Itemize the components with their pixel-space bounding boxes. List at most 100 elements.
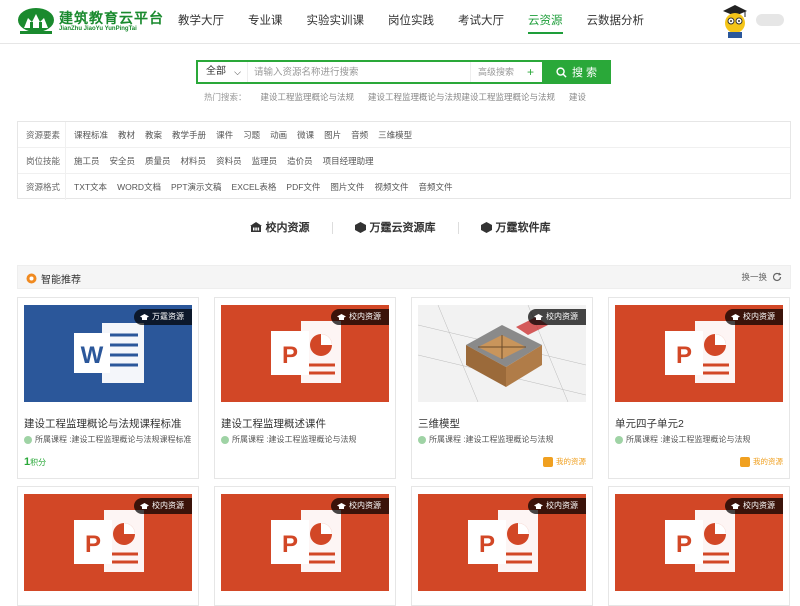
badge-label: 校内资源 xyxy=(546,501,578,510)
resource-thumbnail[interactable]: P 校内资源 xyxy=(615,305,783,402)
hot-search-link[interactable]: 建设工程监理概论与法规建设工程监理概论与法规 xyxy=(368,91,555,103)
course-icon xyxy=(418,435,426,444)
recommend-title-label: 智能推荐 xyxy=(41,275,81,286)
filter-option[interactable]: 课程标准 xyxy=(74,129,108,141)
badge-label: 校内资源 xyxy=(349,312,381,321)
filter-option[interactable]: 图片文件 xyxy=(330,181,364,193)
filter-option[interactable]: 习题 xyxy=(243,129,260,141)
graduation-cap-icon xyxy=(337,502,346,509)
resource-card[interactable]: P 校内资源 xyxy=(411,486,593,606)
resource-thumbnail[interactable]: W 万霆资源 xyxy=(24,305,192,402)
svg-text:P: P xyxy=(676,531,692,558)
resource-card[interactable]: P 校内资源 单元四子单元2 所属课程 :建设工程监理概论与法规 我的资源 xyxy=(608,297,790,479)
hot-search-link[interactable]: 建设工程监理概论与法规 xyxy=(261,91,355,103)
filter-option[interactable]: TXT文本 xyxy=(74,181,107,193)
tab-divider xyxy=(457,222,459,234)
filter-option[interactable]: 图片 xyxy=(324,129,341,141)
user-avatar[interactable] xyxy=(721,4,749,38)
filter-option[interactable]: 造价员 xyxy=(287,155,313,167)
resource-card[interactable]: W 万霆资源建设工程监理概论与法规课程标准所属课程 :建设工程监理概论与法规课程标… xyxy=(17,297,199,479)
refresh-button[interactable]: 换一换 xyxy=(741,271,782,283)
resource-course-text: 所属课程 :建设工程监理概论与法规课程标准 xyxy=(35,435,192,444)
cube-icon xyxy=(354,221,366,233)
resource-card[interactable]: P 校内资源 建设工程监理概述课件 所属课程 :建设工程监理概论与法规 xyxy=(214,297,396,479)
nav-item[interactable]: 实验实训课 xyxy=(295,0,377,44)
filter-options: 课程标准 教材 教案 教学手册 课件 习题 动画 微课 图片 音频 三维模型 xyxy=(66,129,412,141)
resource-card[interactable]: P 校内资源 xyxy=(214,486,396,606)
nav-item[interactable]: 云资源 xyxy=(516,0,575,44)
nav-item[interactable]: 教学大厅 xyxy=(166,0,236,44)
resource-title[interactable]: 建设工程监理概述课件 xyxy=(221,416,393,431)
resource-title[interactable]: 三维模型 xyxy=(418,416,590,431)
recommend-title: 智能推荐 xyxy=(26,271,81,286)
resource-card[interactable]: P 校内资源 xyxy=(608,486,790,606)
tab-label: 万霆云资源库 xyxy=(369,222,436,234)
search-scope-select[interactable]: 全部 ⌵ xyxy=(198,62,248,82)
resource-thumbnail[interactable]: 校内资源 xyxy=(418,305,586,402)
resource-title[interactable]: 单元四子单元2 xyxy=(615,416,787,431)
filter-option[interactable]: 视频文件 xyxy=(374,181,408,193)
user-icon xyxy=(740,456,750,467)
filter-option[interactable]: 动画 xyxy=(270,129,287,141)
filter-option[interactable]: 安全员 xyxy=(110,155,136,167)
brand-subtitle: JianZhu JiaoYu YunPingTai xyxy=(59,26,137,32)
svg-text:W: W xyxy=(81,342,104,369)
filter-option[interactable]: PPT演示文稿 xyxy=(171,181,222,193)
filter-option[interactable]: 三维模型 xyxy=(378,129,412,141)
search-button-label: 搜 索 xyxy=(571,67,598,79)
resource-title[interactable]: 建设工程监理概论与法规课程标准 xyxy=(24,416,196,431)
filter-option[interactable]: 施工员 xyxy=(74,155,100,167)
filter-option[interactable]: 音频 xyxy=(351,129,368,141)
site-logo[interactable]: 建筑教育云平台 JianZhu JiaoYu YunPingTai xyxy=(16,6,163,38)
user-icon xyxy=(543,456,553,467)
resource-thumbnail[interactable]: P 校内资源 xyxy=(221,494,389,591)
filter-option[interactable]: 微课 xyxy=(297,129,314,141)
nav-item[interactable]: 云数据分析 xyxy=(575,0,657,44)
filter-option[interactable]: PDF文件 xyxy=(286,181,320,193)
graduation-cap-icon xyxy=(140,502,149,509)
resource-thumbnail[interactable]: P 校内资源 xyxy=(615,494,783,591)
filter-option[interactable]: 资料员 xyxy=(216,155,242,167)
filter-option[interactable]: 质量员 xyxy=(145,155,171,167)
svg-text:P: P xyxy=(676,342,692,369)
filter-option[interactable]: 音频文件 xyxy=(418,181,452,193)
nav-item[interactable]: 专业课 xyxy=(236,0,295,44)
filter-option[interactable]: 材料员 xyxy=(181,155,207,167)
filter-option[interactable]: 教材 xyxy=(118,129,135,141)
my-resource-label: 我的资源 xyxy=(556,457,586,466)
badge-label: 校内资源 xyxy=(546,312,578,321)
filter-option[interactable]: 课件 xyxy=(216,129,233,141)
resource-filter-panel: 资源要素 课程标准 教材 教案 教学手册 课件 习题 动画 微课 图片 音频 三维模型 岗位技能 施工员安… xyxy=(17,121,791,200)
search-bar: 全部 ⌵ 高级搜索 + 搜 索 xyxy=(196,60,611,84)
graduation-cap-icon xyxy=(731,502,740,509)
filter-option[interactable]: 项目经理助理 xyxy=(323,155,374,167)
nav-item[interactable]: 岗位实践 xyxy=(376,0,446,44)
resource-thumbnail[interactable]: P 校内资源 xyxy=(24,494,192,591)
search-icon xyxy=(556,66,567,78)
advanced-search-button[interactable]: 高级搜索 + xyxy=(470,62,542,82)
user-name-blurred[interactable] xyxy=(756,14,784,26)
refresh-label: 换一换 xyxy=(741,272,767,282)
resource-thumbnail[interactable]: P 校内资源 xyxy=(221,305,389,402)
tab-wanting-cloud-library[interactable]: 万霆云资源库 xyxy=(354,219,436,235)
filter-option[interactable]: 教学手册 xyxy=(172,129,206,141)
search-button[interactable]: 搜 索 xyxy=(542,60,611,84)
resource-thumbnail[interactable]: P 校内资源 xyxy=(418,494,586,591)
tab-campus-resources[interactable]: 校内资源 xyxy=(249,219,310,235)
filter-option[interactable]: 监理员 xyxy=(252,155,278,167)
tab-wanting-software-library[interactable]: 万霆软件库 xyxy=(480,219,551,235)
resource-source-badge: 校内资源 xyxy=(528,498,586,514)
hot-search-link[interactable]: 建设 xyxy=(569,91,586,103)
resource-card[interactable]: 校内资源 三维模型 所属课程 :建设工程监理概论与法规 我的资源 xyxy=(411,297,593,479)
nav-item[interactable]: 考试大厅 xyxy=(446,0,516,44)
filter-option[interactable]: 教案 xyxy=(145,129,162,141)
resource-card[interactable]: P 校内资源 xyxy=(17,486,199,606)
brand-title: 建筑教育云平台 xyxy=(59,10,164,26)
hot-search-label: 热门搜索： xyxy=(204,92,247,102)
advanced-search-label: 高级搜索 xyxy=(478,67,515,77)
resource-source-badge: 校内资源 xyxy=(331,498,389,514)
filter-option[interactable]: WORD文档 xyxy=(117,181,161,193)
search-input[interactable] xyxy=(248,62,470,82)
my-resource-label: 我的资源 xyxy=(753,457,783,466)
filter-option[interactable]: EXCEL表格 xyxy=(232,181,277,193)
